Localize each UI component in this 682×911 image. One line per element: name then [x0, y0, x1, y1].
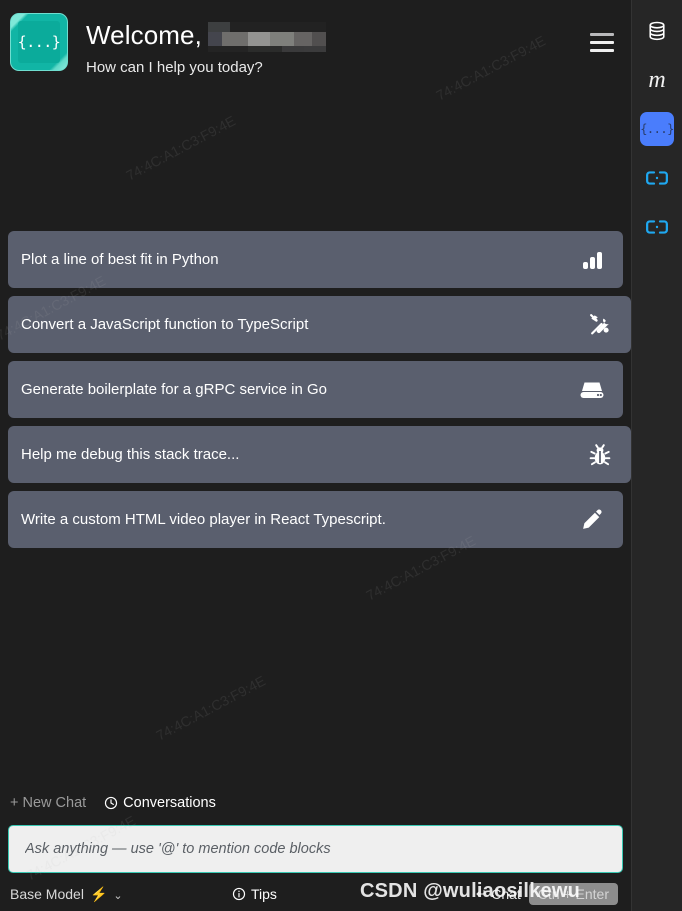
- send-mode-button[interactable]: Chat: [474, 886, 521, 902]
- hamburger-menu-icon[interactable]: [585, 25, 619, 59]
- conversations-label: Conversations: [123, 795, 216, 811]
- server-icon: [577, 375, 607, 405]
- new-chat-button[interactable]: + New Chat: [10, 795, 86, 811]
- menu-bar: [590, 40, 614, 44]
- database-icon: [649, 21, 665, 41]
- code-braces-icon: {...}: [640, 122, 674, 136]
- link-icon: [646, 171, 668, 185]
- bolt-icon: ⚡: [89, 885, 108, 902]
- conversations-button[interactable]: Conversations: [104, 795, 216, 811]
- model-selector[interactable]: Base Model ⚡ ⌄: [10, 886, 123, 903]
- chat-input[interactable]: [25, 841, 606, 857]
- clock-icon: [105, 796, 118, 810]
- sidebar-item-markdown[interactable]: m: [640, 63, 674, 97]
- header-text-block: Welcome, How can I help you today?: [86, 13, 585, 76]
- suggestion-card[interactable]: Convert a JavaScript function to TypeScr…: [8, 296, 631, 353]
- app-logo: {...}: [10, 13, 68, 71]
- welcome-subtitle: How can I help you today?: [86, 59, 263, 76]
- suggestion-card[interactable]: Write a custom HTML video player in Reac…: [8, 491, 623, 548]
- menu-bar: [590, 48, 614, 52]
- sidebar-item-link-2[interactable]: [640, 210, 674, 244]
- suggestion-card-list: Plot a line of best fit in Python Conver…: [0, 231, 631, 548]
- bottom-area: + New Chat Conversations Base Model ⚡ ⌄: [0, 790, 631, 911]
- tools-icon: [585, 310, 615, 340]
- markdown-m-icon: m: [648, 67, 666, 93]
- activity-sidebar: m {...}: [631, 0, 682, 911]
- shortcut-badge: Ctrl + Enter: [528, 883, 618, 905]
- suggestion-label: Help me debug this stack trace...: [21, 446, 240, 463]
- suggestion-label: Plot a line of best fit in Python: [21, 251, 219, 268]
- flex-spacer: [0, 548, 631, 790]
- tips-label: Tips: [251, 886, 277, 902]
- suggestion-label: Convert a JavaScript function to TypeScr…: [21, 316, 309, 333]
- suggestion-card[interactable]: Help me debug this stack trace...: [8, 426, 631, 483]
- menu-bar: [590, 32, 614, 36]
- composer-box[interactable]: [8, 825, 623, 873]
- chevron-down-icon: ⌄: [113, 889, 123, 902]
- username-redacted: [207, 22, 326, 52]
- link-icon: [646, 220, 668, 234]
- sidebar-item-code-assistant[interactable]: {...}: [640, 112, 674, 146]
- bar-chart-icon: [577, 245, 607, 275]
- send-mode-label: Chat: [491, 886, 521, 902]
- tips-button[interactable]: Tips: [232, 886, 277, 902]
- bug-icon: [585, 440, 615, 470]
- pencil-icon: [577, 505, 607, 535]
- welcome-header: {...} Welcome, How can I help you today?: [0, 0, 631, 100]
- sidebar-item-database[interactable]: [640, 14, 674, 48]
- code-braces-logo-icon: {...}: [18, 21, 61, 63]
- send-mode-group: Chat Ctrl + Enter: [474, 883, 618, 905]
- main-panel: 74:4C:A1:C3:F9:4E 74:4C:A1:C3:F9:4E 74:4…: [0, 0, 631, 911]
- quick-actions-row: + New Chat Conversations: [8, 790, 623, 816]
- suggestion-card[interactable]: Plot a line of best fit in Python: [8, 231, 623, 288]
- suggestion-label: Write a custom HTML video player in Reac…: [21, 511, 386, 528]
- info-icon: [232, 887, 246, 901]
- watermark-tile: 74:4C:A1:C3:F9:4E: [123, 112, 239, 184]
- enter-key-icon: [476, 889, 485, 897]
- sidebar-item-link-1[interactable]: [640, 161, 674, 195]
- suggestion-label: Generate boilerplate for a gRPC service …: [21, 381, 327, 398]
- app-root: 74:4C:A1:C3:F9:4E 74:4C:A1:C3:F9:4E 74:4…: [0, 0, 682, 911]
- model-name: Base Model: [10, 886, 84, 902]
- welcome-row: Welcome,: [86, 16, 585, 54]
- welcome-greeting: Welcome,: [86, 19, 202, 50]
- status-bar: Base Model ⚡ ⌄ Tips Chat Ctrl + Enter: [8, 877, 623, 911]
- suggestion-card[interactable]: Generate boilerplate for a gRPC service …: [8, 361, 623, 418]
